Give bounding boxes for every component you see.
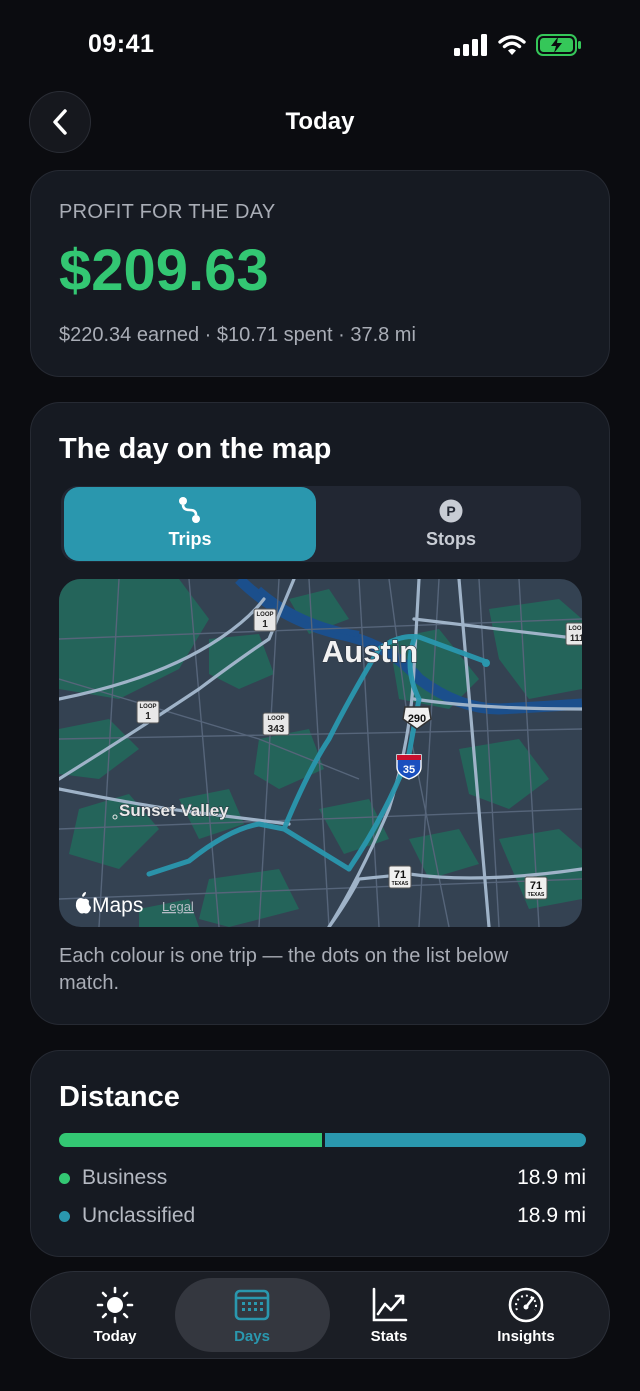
status-time: 09:41 bbox=[88, 30, 155, 58]
trip-map[interactable]: LOOP 1 LOOP 1 LOOP 343 290 35 71 TEXAS 7… bbox=[59, 579, 582, 927]
profit-card: PROFIT FOR THE DAY $209.63 $220.34 earne… bbox=[30, 170, 610, 377]
tab-label: Today bbox=[93, 1328, 137, 1345]
status-bar: 09:41 bbox=[0, 0, 640, 90]
status-icons bbox=[454, 34, 582, 56]
interstate-35-shield: 35 bbox=[396, 754, 422, 780]
distance-bar-unclassified bbox=[324, 1133, 586, 1147]
segment-trips-label: Trips bbox=[168, 529, 212, 549]
battery-charging-icon bbox=[536, 34, 581, 56]
svg-text:1: 1 bbox=[262, 619, 268, 630]
distance-row-label: Business bbox=[82, 1166, 168, 1189]
segment-trips[interactable]: Trips bbox=[64, 487, 316, 561]
distance-title: Distance bbox=[59, 1081, 180, 1113]
page-title: Today bbox=[285, 108, 355, 135]
wifi-icon bbox=[498, 35, 526, 55]
svg-text:LOOP: LOOP bbox=[267, 716, 284, 722]
svg-text:LOOP: LOOP bbox=[139, 704, 156, 710]
map-card-title: The day on the map bbox=[59, 433, 332, 465]
tab-insights[interactable]: Insights bbox=[456, 1272, 596, 1358]
svg-text:71: 71 bbox=[530, 880, 542, 892]
loop-edge-shield: LOOP 111 bbox=[565, 622, 582, 646]
calendar-icon bbox=[234, 1289, 270, 1321]
svg-text:LOOP: LOOP bbox=[256, 612, 273, 618]
profit-value: $209.63 bbox=[59, 238, 269, 303]
profit-label: PROFIT FOR THE DAY bbox=[59, 201, 276, 223]
tab-days[interactable]: Days bbox=[182, 1272, 322, 1358]
tab-label: Days bbox=[234, 1328, 270, 1345]
distance-row-value: 18.9 mi bbox=[517, 1166, 586, 1189]
tab-today[interactable]: Today bbox=[45, 1272, 185, 1358]
map-card: The day on the map Trips P Stops LOOP 1 … bbox=[30, 402, 610, 1025]
route-icon bbox=[179, 497, 200, 523]
svg-text:LOOP: LOOP bbox=[568, 626, 582, 632]
svg-text:TEXAS: TEXAS bbox=[528, 892, 545, 898]
tab-label: Insights bbox=[497, 1328, 555, 1345]
svg-text:343: 343 bbox=[268, 724, 285, 735]
cellular-signal-icon bbox=[454, 34, 487, 56]
business-dot bbox=[59, 1173, 70, 1184]
loop-343-shield: LOOP 343 bbox=[262, 712, 290, 736]
distance-split-bar bbox=[59, 1133, 586, 1147]
svg-text:111: 111 bbox=[570, 633, 582, 643]
distance-row-value: 18.9 mi bbox=[517, 1204, 586, 1227]
svg-text:1: 1 bbox=[145, 711, 151, 722]
tab-stats[interactable]: Stats bbox=[319, 1272, 459, 1358]
map-suburb-label: Sunset Valley bbox=[119, 801, 229, 820]
svg-text:P: P bbox=[446, 503, 455, 519]
gauge-icon bbox=[508, 1287, 544, 1323]
tab-bar: Today Days Stats Insights bbox=[30, 1271, 610, 1359]
apple-logo-icon bbox=[75, 892, 91, 914]
map-canvas: LOOP 1 LOOP 1 LOOP 343 290 35 71 TEXAS 7… bbox=[59, 579, 582, 927]
segment-stops-label: Stops bbox=[425, 529, 476, 549]
segment-stops[interactable]: P Stops bbox=[321, 487, 581, 561]
distance-row-label: Unclassified bbox=[82, 1204, 196, 1227]
loop-1-shield-left: LOOP 1 bbox=[136, 700, 160, 724]
chart-icon bbox=[372, 1287, 408, 1322]
svg-text:71: 71 bbox=[394, 869, 406, 881]
svg-text:35: 35 bbox=[403, 764, 415, 776]
trips-stops-segmented-control: Trips P Stops bbox=[61, 486, 581, 562]
distance-card: Distance Business 18.9 mi Unclassified 1… bbox=[30, 1050, 610, 1257]
svg-text:290: 290 bbox=[408, 713, 426, 725]
loop-1-shield-top: LOOP 1 bbox=[253, 608, 277, 632]
tx-71-shield-b: 71 TEXAS bbox=[524, 876, 548, 900]
parking-icon: P bbox=[439, 499, 463, 523]
tx-71-shield-a: 71 TEXAS bbox=[388, 865, 412, 889]
sun-icon bbox=[96, 1286, 134, 1324]
unclassified-dot bbox=[59, 1211, 70, 1222]
map-caption: Each colour is one trip — the dots on th… bbox=[59, 945, 509, 994]
svg-text:TEXAS: TEXAS bbox=[392, 881, 409, 887]
profit-summary: $220.34 earned · $10.71 spent · 37.8 mi bbox=[59, 324, 416, 346]
distance-row-business: Business 18.9 mi bbox=[59, 1164, 586, 1194]
maps-brand-label: Maps bbox=[92, 894, 143, 917]
distance-row-unclassified: Unclassified 18.9 mi bbox=[59, 1202, 586, 1232]
map-legal-link[interactable]: Legal bbox=[162, 899, 194, 914]
map-city-label: Austin bbox=[322, 634, 418, 669]
distance-bar-business bbox=[59, 1133, 322, 1147]
tab-label: Stats bbox=[370, 1328, 408, 1345]
